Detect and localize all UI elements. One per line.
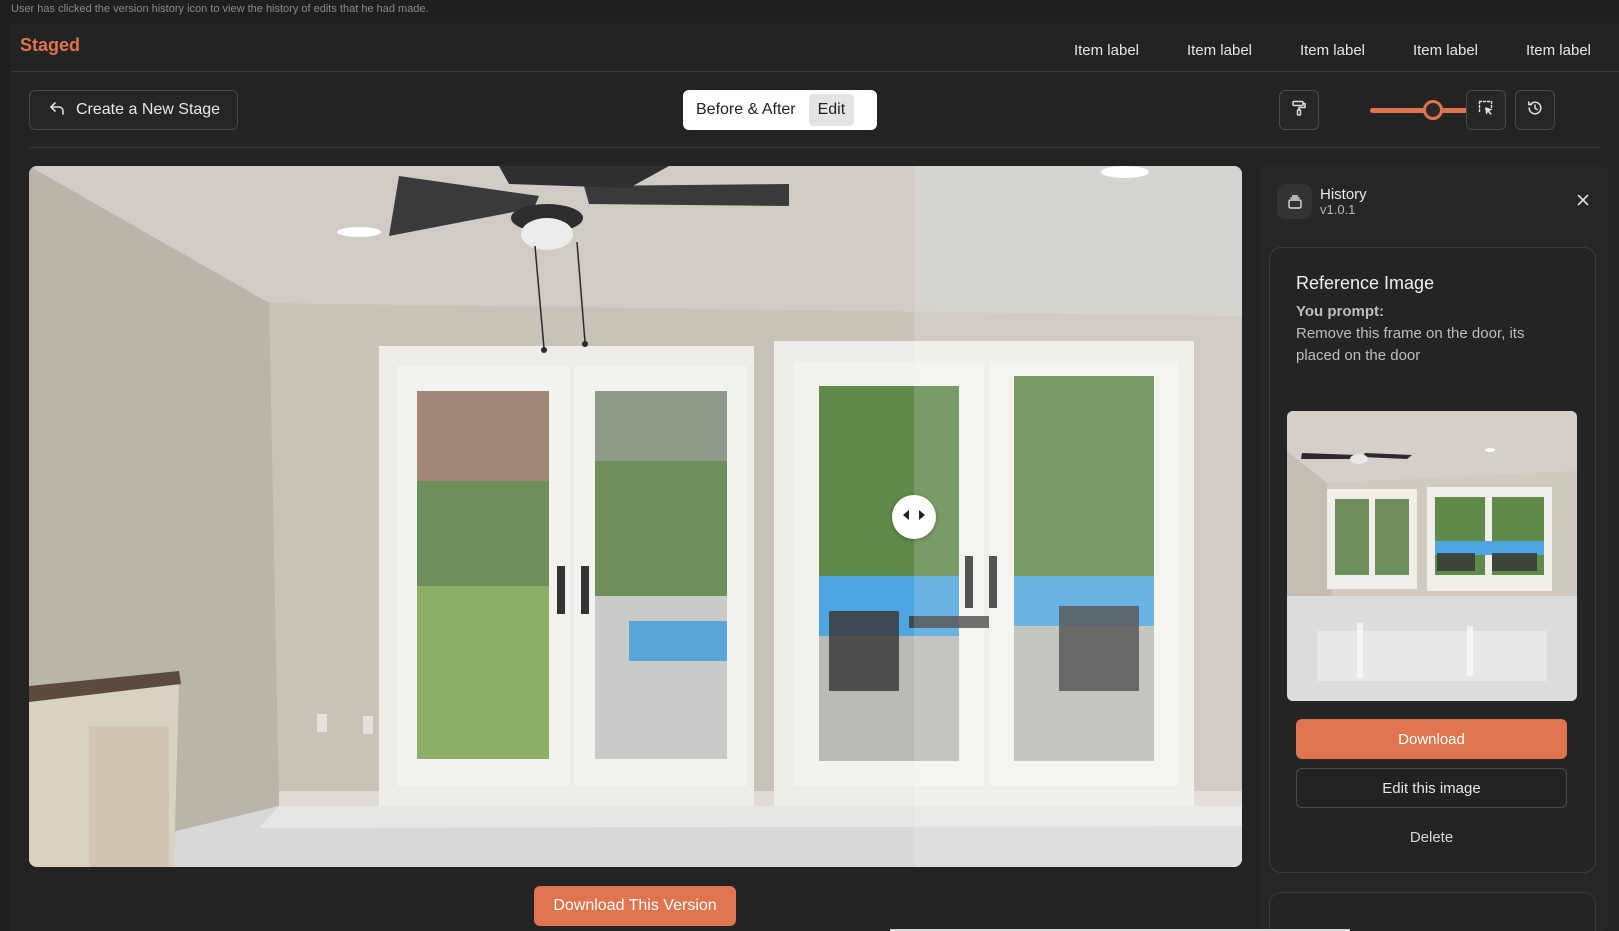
left-right-arrows-icon (902, 508, 926, 526)
view-mode-toggle: Before & After Edit (683, 90, 877, 130)
paint-roller-button[interactable] (1279, 90, 1319, 130)
select-area-button[interactable] (1466, 90, 1506, 130)
toolbar-divider (29, 147, 1601, 148)
select-area-icon (1477, 99, 1495, 122)
history-panel: History v1.0.1 Reference Image You promp… (1259, 166, 1609, 931)
create-new-stage-label: Create a New Stage (76, 101, 221, 118)
undo-arrow-icon (48, 99, 66, 122)
download-this-version-button[interactable]: Download This Version (534, 886, 736, 926)
prompt-label: You prompt: (1296, 303, 1385, 320)
history-item-card-next[interactable] (1269, 892, 1596, 931)
history-item-card: Reference Image You prompt: Remove this … (1269, 247, 1596, 873)
edit-this-image-button[interactable]: Edit this image (1296, 768, 1567, 808)
paint-roller-icon (1290, 99, 1308, 122)
compare-slider-handle[interactable] (892, 494, 937, 539)
delete-button[interactable]: Delete (1296, 817, 1567, 857)
history-item-title: Reference Image (1296, 273, 1435, 293)
app-frame: Staged Item label Item label Item label … (11, 23, 1619, 931)
top-bar: Staged Item label Item label Item label … (11, 23, 1619, 72)
nav-item-4[interactable]: Item label (1389, 42, 1502, 59)
history-thumbnail[interactable] (1287, 411, 1577, 701)
close-icon[interactable] (1575, 192, 1591, 208)
download-button[interactable]: Download (1296, 719, 1567, 759)
thumbnail-image (1287, 411, 1577, 701)
edit-toggle-option[interactable]: Edit (808, 94, 855, 126)
history-version: v1.0.1 (1320, 201, 1356, 217)
slider-thumb[interactable] (1423, 100, 1443, 120)
layers-icon (1277, 184, 1312, 219)
history-icon (1526, 99, 1544, 122)
room-photo-compare-view[interactable] (29, 166, 1242, 867)
top-nav: Item label Item label Item label Item la… (1050, 42, 1615, 59)
before-after-toggle-option[interactable]: Before & After (687, 94, 805, 126)
brand-logo[interactable]: Staged (20, 35, 80, 56)
after-overlay (914, 166, 1242, 867)
history-title: History (1320, 185, 1367, 203)
nav-item-5[interactable]: Item label (1502, 42, 1615, 59)
nav-item-1[interactable]: Item label (1050, 42, 1163, 59)
caption: User has clicked the version history ico… (11, 3, 429, 15)
history-panel-header: History v1.0.1 (1277, 184, 1367, 219)
prompt-text: Remove this frame on the door, its place… (1296, 325, 1525, 364)
version-history-button[interactable] (1515, 90, 1555, 130)
nav-item-3[interactable]: Item label (1276, 42, 1389, 59)
create-new-stage-button[interactable]: Create a New Stage (29, 90, 238, 130)
nav-item-2[interactable]: Item label (1163, 42, 1276, 59)
history-title-block: History v1.0.1 (1320, 185, 1367, 217)
